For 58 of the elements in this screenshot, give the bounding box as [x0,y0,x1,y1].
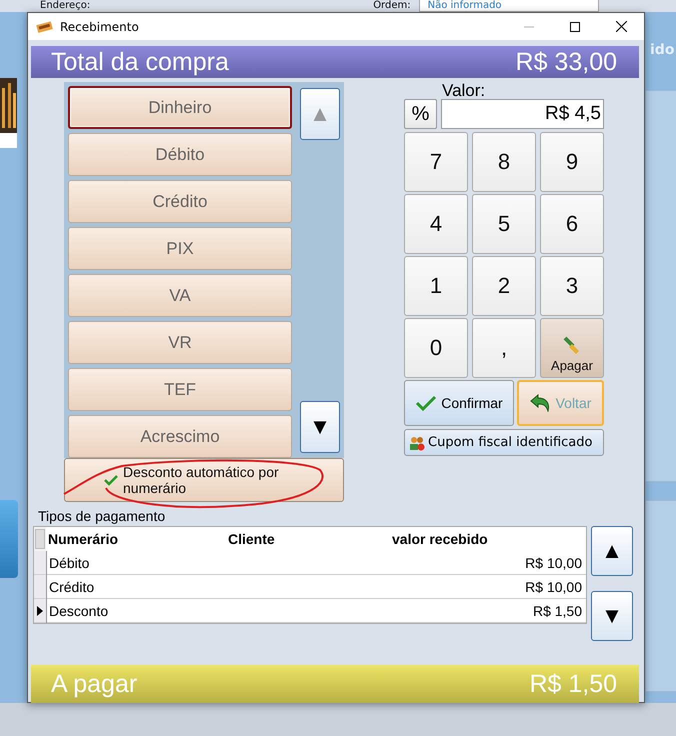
column-header: valor recebido [386,527,586,551]
value-label: Valor: [442,82,486,99]
table-cell: R$ 1,50 [387,599,586,623]
auto-discount-checkbox[interactable]: Desconto automático por numerário [64,458,344,502]
key-button[interactable]: 1 [404,256,468,316]
to-pay-amount: R$ 1,50 [529,670,617,698]
key-button[interactable]: 4 [404,194,468,254]
table-cell: R$ 10,00 [387,575,586,599]
window-title: Recebimento [60,20,140,34]
coupon-button[interactable]: Cupom fiscal identificado [404,429,604,456]
confirm-button[interactable]: Confirmar [404,380,514,426]
people-icon [409,434,425,450]
payment-method-button[interactable]: PIX [68,227,292,270]
to-pay-label: A pagar [51,670,138,698]
key-button[interactable]: 9 [540,132,604,192]
scroll-down-button[interactable]: ▼ [300,401,340,453]
percent-button[interactable]: % [404,99,437,129]
key-button[interactable]: , [472,318,536,378]
key-button[interactable]: 7 [404,132,468,192]
key-button[interactable]: 8 [472,132,536,192]
table-cell: R$ 10,00 [387,551,586,575]
column-header: Numerário [46,527,226,551]
value-field[interactable]: R$ 4,5 [441,99,604,129]
side-label: ido [650,42,674,58]
row-selector[interactable] [34,599,46,623]
address-label: Endereço: [40,0,90,12]
key-button[interactable]: 0 [404,318,468,378]
table-cell: Débito [47,551,227,575]
order-label: Ordem: [373,0,411,12]
money-icon [36,20,54,34]
key-button[interactable]: 3 [540,256,604,316]
payment-method-button[interactable]: Débito [68,133,292,176]
payment-method-button[interactable]: VR [68,321,292,364]
scroll-down-button[interactable]: ▼ [591,591,633,641]
payments-table-title: Tipos de pagamento [38,508,166,524]
check-icon [415,394,438,412]
key-button[interactable]: 6 [540,194,604,254]
header-marker [35,529,45,549]
total-label: Total da compra [51,48,229,76]
key-button[interactable]: 2 [472,256,536,316]
back-arrow-icon [530,394,552,412]
close-icon[interactable] [616,21,626,32]
side-button[interactable] [0,500,18,578]
payment-method-button[interactable]: Crédito [68,180,292,224]
scroll-up-button[interactable]: ▲ [591,526,633,576]
table-cell: Desconto [47,599,227,623]
key-button[interactable]: 5 [472,194,536,254]
table-cell: Crédito [47,575,227,599]
total-amount: R$ 33,00 [516,48,617,76]
payment-method-button[interactable]: Acrescimo [68,415,292,458]
clear-button[interactable]: Apagar [540,318,604,378]
payment-method-button[interactable]: TEF [68,368,292,412]
maximize-icon[interactable] [570,22,580,32]
payment-method-button[interactable]: Dinheiro [68,86,292,130]
payment-method-button[interactable]: VA [68,274,292,318]
order-dropdown[interactable]: Não informado [418,0,599,12]
row-pointer-icon [37,606,43,616]
column-header: Cliente [226,527,386,551]
